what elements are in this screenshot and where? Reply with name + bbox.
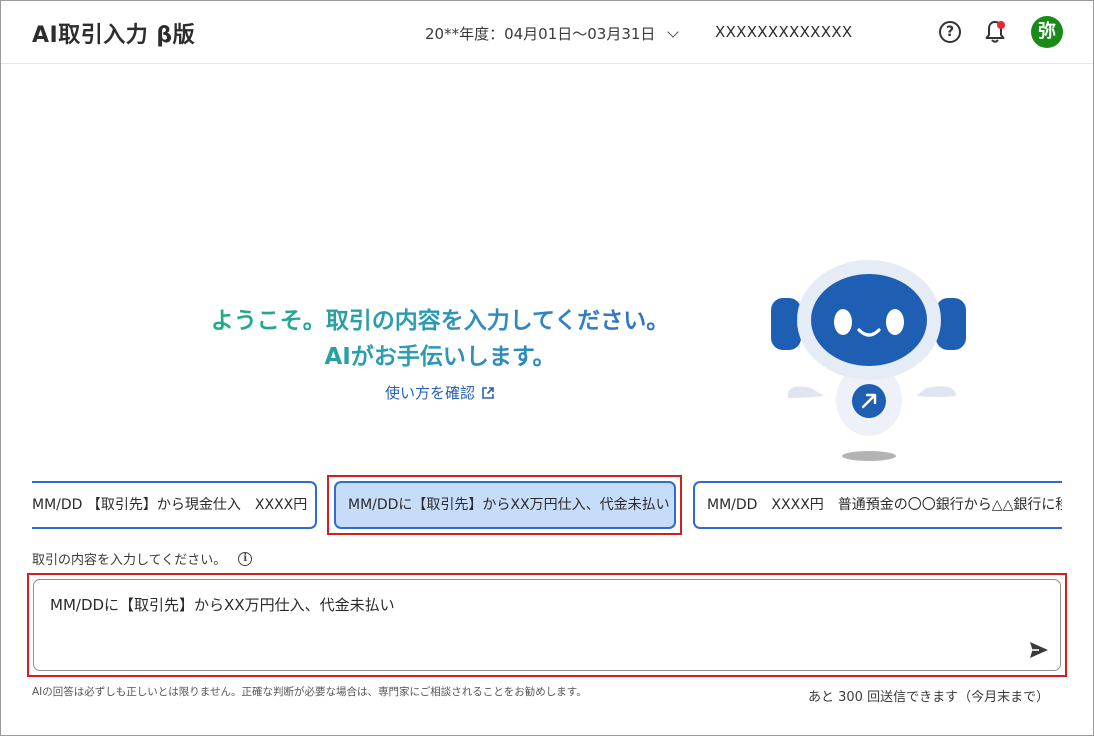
input-label: 取引の内容を入力してください。 i bbox=[32, 549, 253, 568]
input-label-text: 取引の内容を入力してください。 bbox=[32, 553, 227, 568]
welcome-line-1: ようこそ。取引の内容を入力してください。 bbox=[180, 303, 700, 339]
welcome-line-2: AIがお手伝いします。 bbox=[180, 339, 700, 375]
ai-assistant-robot-illustration bbox=[771, 260, 966, 461]
avatar[interactable]: 弥 bbox=[1031, 16, 1063, 48]
welcome-message: ようこそ。取引の内容を入力してください。 AIがお手伝いします。 bbox=[180, 303, 700, 375]
highlight-box-input bbox=[27, 573, 1067, 677]
top-header: AI取引入力 β版 20**年度：04月01日〜03月31日 XXXXXXXXX… bbox=[1, 1, 1093, 64]
fiscal-period-selector[interactable]: 20**年度：04月01日〜03月31日 bbox=[425, 23, 680, 44]
howto-link[interactable]: 使い方を確認 bbox=[385, 382, 495, 403]
disclaimer-text: AIの回答は必ずしも正しいとは限りません。正確な判断が必要な場合は、専門家にご相… bbox=[32, 686, 587, 698]
chevron-down-icon bbox=[667, 25, 680, 38]
external-link-icon bbox=[482, 386, 494, 399]
remaining-sends-count: あと 300 回送信できます（今月末まで） bbox=[808, 690, 1050, 705]
question-circle-icon[interactable]: ? bbox=[939, 21, 961, 43]
suggestion-chip[interactable]: MM/DD XXXX円 普通預金の〇〇銀行から△△銀行に移 bbox=[693, 481, 1062, 529]
howto-link-label: 使い方を確認 bbox=[385, 384, 476, 402]
app-title: AI取引入力 β版 bbox=[32, 23, 196, 48]
fiscal-period-label: 20**年度：04月01日〜03月31日 bbox=[425, 25, 656, 43]
highlight-box-suggestion bbox=[327, 475, 682, 535]
info-icon[interactable]: i bbox=[238, 551, 253, 566]
company-name: XXXXXXXXXXXXX bbox=[715, 23, 853, 41]
suggestion-chip[interactable]: MM/DD 【取引先】から現金仕入 XXXX円 bbox=[32, 481, 317, 529]
notification-badge bbox=[997, 21, 1005, 29]
